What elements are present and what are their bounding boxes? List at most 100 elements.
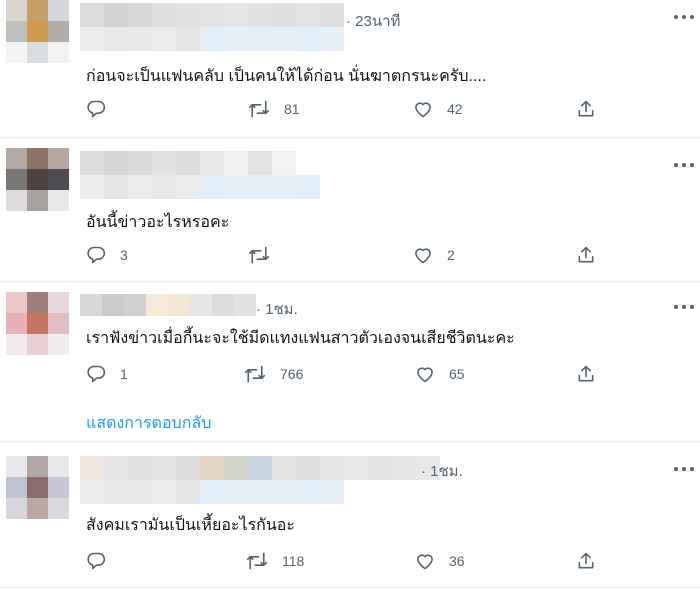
- blur-pixel: [248, 480, 272, 504]
- avatar-pixel: [48, 456, 69, 477]
- retweet-button[interactable]: 81: [248, 99, 300, 119]
- avatar-pixel: [6, 313, 27, 334]
- blur-pixel: [200, 175, 224, 199]
- share-button[interactable]: [576, 364, 596, 384]
- tweet-divider: [0, 587, 700, 588]
- show-replies-link[interactable]: แสดงการตอบกลับ: [86, 411, 211, 436]
- blur-pixel: [320, 175, 344, 199]
- blur-pixel: [80, 456, 104, 480]
- blur-pixel: [152, 456, 176, 480]
- heart-icon: [413, 99, 433, 119]
- username-blurred: [80, 456, 440, 504]
- blur-pixel: [80, 294, 102, 316]
- avatar-pixel: [27, 169, 48, 190]
- retweet-icon: [248, 245, 270, 265]
- more-icon[interactable]: [673, 466, 695, 484]
- reply-button[interactable]: [86, 551, 120, 571]
- blur-pixel: [392, 456, 416, 480]
- blur-pixel: [80, 3, 104, 27]
- avatar-pixel: [48, 42, 69, 63]
- retweet-button[interactable]: 766: [244, 364, 303, 384]
- blur-pixel: [272, 151, 296, 175]
- blur-pixel: [80, 175, 104, 199]
- like-button[interactable]: 36: [415, 551, 465, 571]
- blur-pixel: [176, 3, 200, 27]
- blur-pixel: [248, 27, 272, 51]
- reply-button[interactable]: 3: [86, 245, 128, 265]
- more-icon[interactable]: [673, 162, 695, 180]
- avatar-pixel: [48, 477, 69, 498]
- blur-pixel: [80, 480, 104, 504]
- share-button[interactable]: [576, 99, 596, 119]
- avatar-pixel: [27, 148, 48, 169]
- share-button[interactable]: [576, 551, 596, 571]
- blur-pixel: [152, 175, 176, 199]
- tweet-timestamp[interactable]: · 1ชม.: [421, 459, 463, 483]
- blur-pixel: [102, 294, 124, 316]
- avatar-pixel: [48, 21, 69, 42]
- like-button[interactable]: 42: [413, 99, 463, 119]
- reply-count: 1: [120, 366, 128, 382]
- blur-pixel: [128, 27, 152, 51]
- blur-pixel: [128, 151, 152, 175]
- blur-pixel: [296, 175, 320, 199]
- avatar-pixel: [27, 21, 48, 42]
- retweet-button[interactable]: 118: [246, 551, 304, 571]
- blur-pixel: [320, 27, 344, 51]
- tweet[interactable]: อันนี้ข่าวอะไรหรอคะ 3 2: [0, 138, 700, 280]
- avatar[interactable]: [6, 456, 69, 519]
- more-icon[interactable]: [673, 14, 695, 32]
- blur-pixel: [104, 456, 128, 480]
- blur-pixel: [104, 480, 128, 504]
- reply-button[interactable]: [86, 99, 120, 119]
- blur-pixel: [344, 480, 368, 504]
- blur-pixel: [152, 27, 176, 51]
- tweet[interactable]: · 23นาที ก่อนจะเป็นแฟนคลับ เป็นคนให้ได้ก…: [0, 0, 700, 136]
- like-button[interactable]: 2: [413, 245, 455, 265]
- avatar-pixel: [6, 498, 27, 519]
- blur-pixel: [296, 27, 320, 51]
- heart-icon: [415, 551, 435, 571]
- blur-pixel: [128, 3, 152, 27]
- avatar-pixel: [27, 477, 48, 498]
- blur-pixel: [272, 27, 296, 51]
- reply-button[interactable]: 1: [86, 364, 128, 384]
- avatar-pixel: [27, 292, 48, 313]
- reply-icon: [86, 364, 106, 384]
- blur-pixel: [344, 456, 368, 480]
- blur-pixel: [320, 480, 344, 504]
- blur-pixel: [272, 175, 296, 199]
- retweet-icon: [246, 551, 268, 571]
- tweet[interactable]: · 1ชม. สังคมเรามันเป็นเหี้ยอะไรกันอะ 118…: [0, 442, 700, 590]
- avatar-pixel: [27, 42, 48, 63]
- avatar[interactable]: [6, 0, 69, 63]
- blur-pixel: [392, 480, 416, 504]
- retweet-count: 118: [282, 553, 305, 569]
- blur-pixel: [296, 151, 320, 175]
- avatar-pixel: [48, 334, 69, 355]
- avatar[interactable]: [6, 292, 69, 355]
- retweet-count: 81: [284, 101, 300, 117]
- avatar-pixel: [6, 169, 27, 190]
- blur-pixel: [296, 456, 320, 480]
- like-button[interactable]: 65: [415, 364, 465, 384]
- blur-pixel: [224, 456, 248, 480]
- retweet-button[interactable]: [248, 245, 284, 265]
- share-icon: [576, 99, 596, 119]
- blur-pixel: [152, 3, 176, 27]
- share-button[interactable]: [576, 245, 596, 265]
- blur-pixel: [200, 27, 224, 51]
- avatar-pixel: [6, 148, 27, 169]
- tweet-timestamp[interactable]: · 1ชม.: [256, 297, 298, 321]
- avatar-pixel: [27, 313, 48, 334]
- more-icon[interactable]: [673, 304, 695, 322]
- blur-pixel: [212, 294, 234, 316]
- blur-pixel: [176, 175, 200, 199]
- share-icon: [576, 364, 596, 384]
- blur-pixel: [200, 456, 224, 480]
- tweet-timestamp[interactable]: · 23นาที: [346, 9, 400, 33]
- share-icon: [576, 245, 596, 265]
- blur-pixel: [200, 3, 224, 27]
- avatar[interactable]: [6, 148, 69, 211]
- blur-pixel: [224, 151, 248, 175]
